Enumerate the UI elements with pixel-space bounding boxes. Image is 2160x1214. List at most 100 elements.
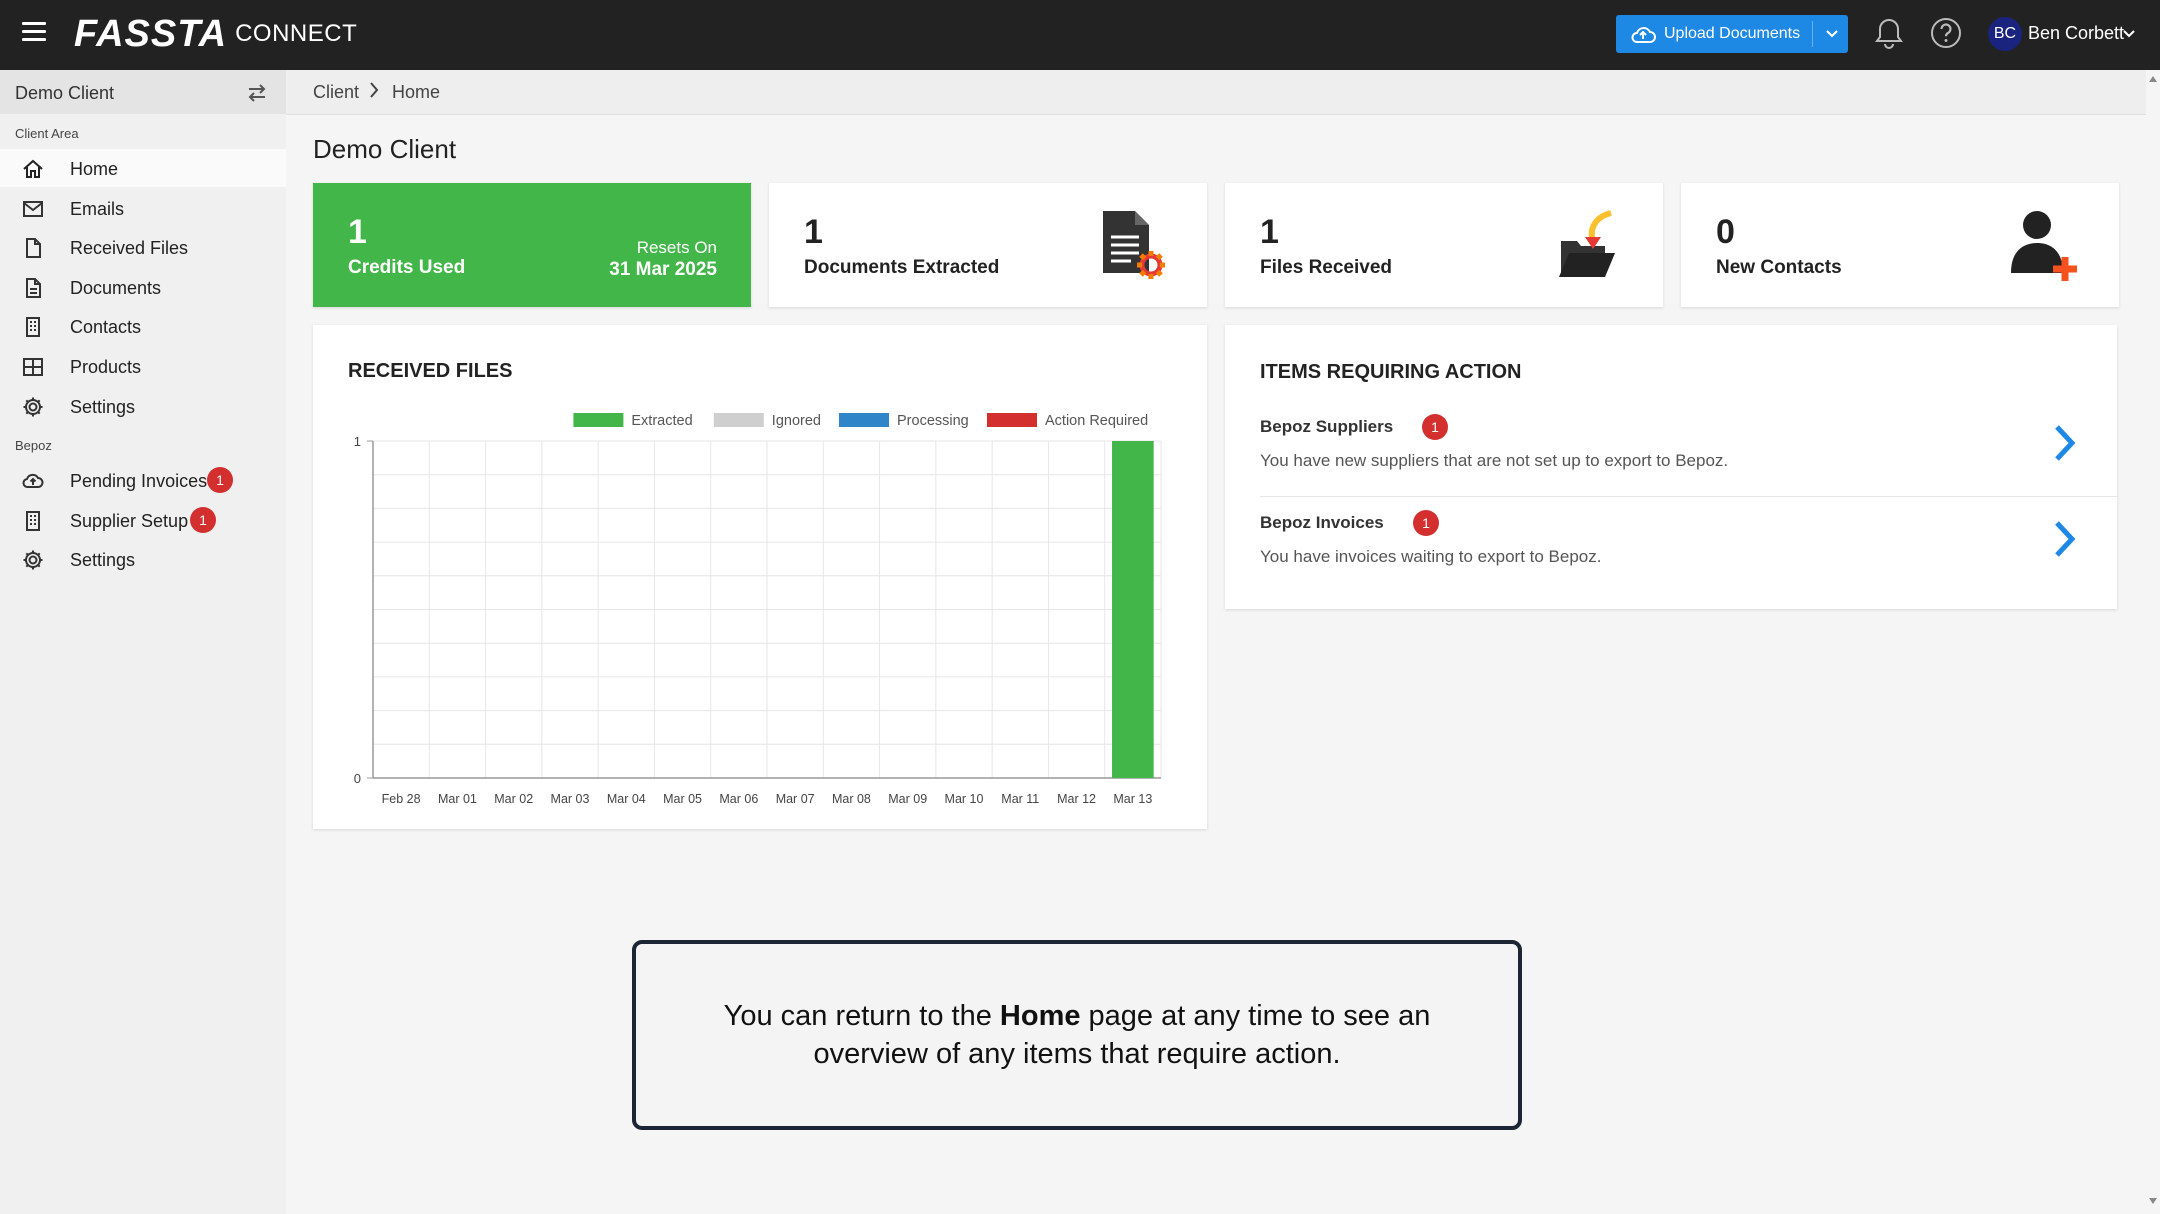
- chevron-down-icon[interactable]: [1824, 26, 1840, 42]
- sidebar-item-label: Contacts: [70, 317, 142, 337]
- sidebar-item-label: Supplier Setup: [70, 511, 189, 531]
- bepoz-suppliers-badge: 1: [1422, 414, 1448, 440]
- breadcrumb: Client Home: [286, 70, 2146, 115]
- x-tick-label: Mar 13: [1113, 792, 1152, 806]
- action-item-title: Bepoz Suppliers: [1260, 417, 1394, 436]
- x-tick-label: Mar 08: [832, 792, 871, 806]
- user-add-icon: [2011, 211, 2077, 281]
- sidebar-item-supplier-setup[interactable]: Supplier Setup 1: [0, 501, 286, 539]
- items-requiring-action-panel: ITEMS REQUIRING ACTION Bepoz Suppliers 1…: [1225, 325, 2118, 609]
- action-item-description: You have invoices waiting to export to B…: [1260, 547, 1602, 566]
- action-item-bepoz-suppliers[interactable]: Bepoz Suppliers 1 You have new suppliers…: [1260, 407, 2084, 501]
- action-divider: [1260, 496, 2118, 497]
- credits-used-value: 1: [348, 213, 367, 251]
- chevron-down-icon[interactable]: [2122, 27, 2136, 41]
- file-icon: [26, 238, 41, 258]
- scrollbar[interactable]: [2146, 70, 2160, 1214]
- supplier-setup-badge: 1: [190, 507, 216, 533]
- sidebar-item-received-files[interactable]: Received Files: [0, 228, 286, 266]
- swap-icon[interactable]: [246, 82, 268, 104]
- legend-swatch: [713, 413, 764, 427]
- sidebar-item-label: Settings: [70, 550, 136, 570]
- sidebar-item-products[interactable]: Products: [0, 347, 286, 385]
- documents-extracted-label: Documents Extracted: [804, 257, 1000, 278]
- logo-main: FASSTA: [74, 12, 228, 55]
- sidebar-item-contacts[interactable]: Contacts: [0, 307, 286, 345]
- sidebar-item-bepoz-settings[interactable]: Settings: [0, 540, 286, 578]
- x-tick-label: Mar 11: [1001, 792, 1039, 806]
- client-switcher[interactable]: Demo Client: [0, 70, 286, 114]
- x-tick-label: Mar 10: [945, 792, 984, 806]
- scroll-down-icon[interactable]: [2149, 1198, 2157, 1204]
- app-logo[interactable]: FASSTA CONNECT: [74, 12, 357, 56]
- client-name: Demo Client: [15, 83, 115, 103]
- x-tick-label: Mar 01: [438, 792, 477, 806]
- received-files-panel: RECEIVED FILES 0 1 Feb 28 Mar 01 Mar 02 Mar 0…: [313, 325, 1207, 829]
- legend-label: Processing: [897, 413, 969, 429]
- documents-extracted-card[interactable]: 1 Documents Extracted: [769, 183, 1207, 307]
- cloud-upload-icon: [1631, 27, 1656, 43]
- breadcrumb-home: Home: [392, 82, 441, 102]
- sidebar-item-label: Settings: [70, 397, 136, 417]
- user-name[interactable]: Ben Corbett: [2028, 23, 2124, 44]
- help-icon[interactable]: [1930, 17, 1962, 49]
- sidebar-item-label: Home: [70, 159, 119, 179]
- files-received-card[interactable]: 1 Files Received: [1225, 183, 1663, 307]
- action-item-bepoz-invoices[interactable]: Bepoz Invoices 1 You have invoices waiti…: [1260, 503, 2084, 597]
- sidebar-item-documents[interactable]: Documents: [0, 268, 286, 306]
- walkthrough-tooltip: You can return to the Home page at any t…: [632, 940, 1522, 1130]
- upload-documents-button[interactable]: Upload Documents: [1616, 15, 1848, 53]
- credits-used-card: 1 Credits Used Resets On 31 Mar 2025: [313, 183, 751, 307]
- legend-swatch: [839, 413, 889, 427]
- section-label-bepoz: Bepoz: [15, 438, 52, 453]
- legend-swatch: [573, 413, 624, 427]
- x-tick-label: Mar 06: [719, 792, 758, 806]
- documents-extracted-value: 1: [804, 213, 823, 251]
- received-files-chart: 0 1 Feb 28 Mar 01 Mar 02 Mar 03 Mar 04 Mar 05 Ma…: [354, 413, 1162, 806]
- cloud-upload-icon: [22, 473, 44, 488]
- legend-swatch: [987, 413, 1037, 427]
- chevron-right-icon: [370, 82, 379, 98]
- y-tick-label: 0: [354, 771, 361, 786]
- resets-on-label: Resets On: [636, 238, 717, 257]
- sidebar-item-label: Pending Invoices: [70, 471, 208, 491]
- credits-used-label: Credits Used: [348, 257, 466, 278]
- bell-icon[interactable]: [1874, 16, 1904, 50]
- document-gear-icon: [1103, 211, 1165, 279]
- mail-icon: [23, 201, 43, 217]
- x-tick-label: Mar 09: [888, 792, 927, 806]
- scroll-up-icon[interactable]: [2149, 76, 2157, 82]
- sidebar: Demo Client Client Area Home Emails Rece…: [0, 70, 286, 1214]
- x-tick-label: Mar 07: [776, 792, 815, 806]
- breadcrumb-client[interactable]: Client: [313, 82, 359, 103]
- building-icon: [26, 317, 40, 337]
- sidebar-item-label: Received Files: [70, 238, 189, 258]
- building-icon: [26, 511, 40, 531]
- section-label-client-area: Client Area: [15, 126, 79, 141]
- sidebar-item-pending-invoices[interactable]: Pending Invoices 1: [0, 461, 286, 499]
- files-received-label: Files Received: [1260, 257, 1393, 278]
- top-bar: FASSTA CONNECT Upload Documents BC Ben C…: [0, 0, 2160, 70]
- x-tick-label: Mar 12: [1057, 792, 1096, 806]
- upload-divider: [1812, 21, 1813, 47]
- chevron-right-icon[interactable]: [2052, 423, 2078, 463]
- sidebar-item-emails[interactable]: Emails: [0, 189, 286, 227]
- gear-icon: [23, 550, 43, 570]
- x-tick-label: Feb 28: [382, 792, 421, 806]
- walkthrough-text-before: You can return to the: [723, 1000, 1000, 1032]
- items-requiring-action-title: ITEMS REQUIRING ACTION: [1260, 361, 1522, 383]
- menu-icon[interactable]: [22, 22, 46, 42]
- sidebar-item-label: Products: [70, 357, 142, 377]
- sidebar-item-settings[interactable]: Settings: [0, 387, 286, 425]
- sidebar-item-home[interactable]: Home: [0, 149, 286, 187]
- new-contacts-card[interactable]: 0 New Contacts: [1681, 183, 2119, 307]
- new-contacts-label: New Contacts: [1716, 257, 1842, 278]
- walkthrough-text: You can return to the Home page at any t…: [697, 997, 1457, 1073]
- new-contacts-value: 0: [1716, 213, 1735, 251]
- gear-icon: [23, 397, 43, 417]
- pending-invoices-badge: 1: [207, 467, 233, 493]
- avatar[interactable]: BC: [1988, 17, 2022, 51]
- y-tick-label: 1: [354, 434, 361, 449]
- logo-sub: CONNECT: [235, 20, 358, 47]
- chevron-right-icon[interactable]: [2052, 519, 2078, 559]
